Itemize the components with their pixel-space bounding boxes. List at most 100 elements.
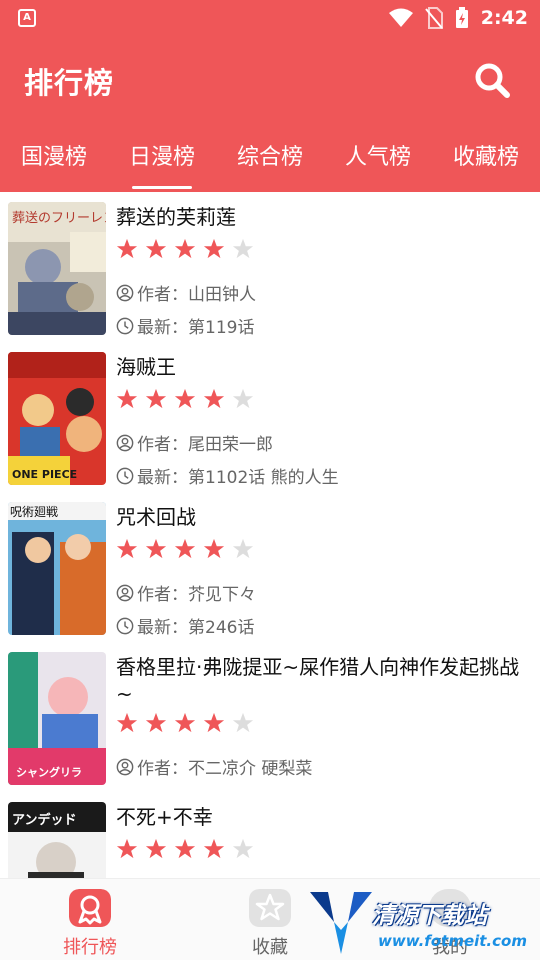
star-icon: [249, 889, 291, 927]
star-empty-icon: [232, 712, 254, 733]
watermark-url: www.fotmeit.com: [378, 932, 527, 950]
rating-stars: [116, 388, 254, 410]
star-filled-icon: [145, 238, 167, 259]
watermark-text: 清源下载站: [372, 903, 487, 929]
clock-icon: [116, 317, 134, 334]
star-filled-icon: [116, 838, 138, 859]
author-name: 山田钟人: [188, 285, 256, 305]
latest-label: 最新：: [137, 318, 188, 338]
tab-riman[interactable]: 日漫榜: [108, 124, 216, 192]
list-item[interactable]: アンデッド 不死+不幸: [0, 792, 540, 878]
comic-title: 葬送的芙莉莲: [116, 205, 236, 229]
cover-text: 葬送のフリーレン: [12, 211, 106, 226]
comic-title: 海贼王: [116, 355, 176, 379]
rating-stars: [116, 838, 254, 860]
author-row: 作者： 不二凉介 硬梨菜: [116, 754, 312, 779]
list-item[interactable]: シャングリラ 香格里拉·弗陇提亚~屎作猎人向神作发起挑战~ 作者： 不二凉介 硬梨…: [0, 642, 540, 802]
list-item[interactable]: 葬送のフリーレン 葬送的芙莉莲 作者： 山田钟人 最新： 第119话: [0, 192, 540, 342]
cover-text: 呪術廻戦: [10, 505, 58, 519]
latest-chapter: 第246话: [188, 618, 255, 638]
star-filled-icon: [203, 838, 225, 859]
star-filled-icon: [174, 538, 196, 559]
clock-icon: [116, 617, 134, 634]
comic-title: 咒术回战: [116, 505, 196, 529]
star-filled-icon: [116, 538, 138, 559]
ranking-icon: [69, 889, 111, 927]
star-filled-icon: [203, 712, 225, 733]
star-empty-icon: [232, 838, 254, 859]
star-filled-icon: [174, 712, 196, 733]
latest-row: 最新： 第119话: [116, 313, 254, 338]
star-filled-icon: [174, 388, 196, 409]
category-tabs: 国漫榜 日漫榜 综合榜 人气榜 收藏榜: [0, 124, 540, 192]
author-label: 作者：: [137, 285, 188, 305]
tab-guoman[interactable]: 国漫榜: [0, 124, 108, 192]
author-name: 不二凉介 硬梨菜: [188, 759, 313, 779]
watermark: 清源下载站 www.fotmeit.com: [308, 884, 534, 956]
star-empty-icon: [232, 238, 254, 259]
cover-text: ONE PIECE: [12, 468, 77, 481]
author-label: 作者：: [137, 435, 188, 455]
cover-image: 呪術廻戦: [8, 502, 106, 635]
person-icon: [116, 284, 134, 301]
latest-row: 最新： 第1102话 熊的人生: [116, 463, 339, 488]
cover-text: シャングリラ: [16, 765, 82, 779]
latest-label: 最新：: [137, 468, 188, 488]
wifi-icon: [388, 8, 413, 27]
comic-title: 不死+不幸: [116, 805, 213, 829]
star-filled-icon: [174, 238, 196, 259]
list-item[interactable]: 呪術廻戦 咒术回战 作者： 芥见下々 最新： 第246话: [0, 492, 540, 642]
page-title: 排行榜: [24, 66, 115, 100]
star-filled-icon: [145, 838, 167, 859]
author-name: 尾田荣一郎: [188, 435, 273, 455]
rating-stars: [116, 538, 254, 560]
star-empty-icon: [232, 538, 254, 559]
star-filled-icon: [203, 238, 225, 259]
star-filled-icon: [145, 538, 167, 559]
latest-chapter: 第1102话 熊的人生: [188, 468, 339, 488]
list-item[interactable]: ONE PIECE 海贼王 作者： 尾田荣一郎 最新： 第1102话 熊的人生: [0, 342, 540, 492]
star-filled-icon: [116, 238, 138, 259]
watermark-logo-icon: [310, 892, 372, 954]
clock: 2:42: [480, 7, 528, 29]
clock-icon: [116, 467, 134, 484]
battery-charging-icon: [455, 7, 468, 28]
search-button[interactable]: [470, 58, 514, 102]
rating-stars: [116, 712, 254, 734]
cover-image: 葬送のフリーレン: [8, 202, 106, 335]
star-filled-icon: [116, 388, 138, 409]
nav-ranking[interactable]: 排行榜: [0, 879, 180, 960]
author-name: 芥见下々: [188, 585, 256, 605]
cover-image: アンデッド: [8, 802, 106, 878]
star-filled-icon: [203, 388, 225, 409]
app-bar: 排行榜: [0, 36, 540, 124]
comic-title: 香格里拉·弗陇提亚~屎作猎人向神作发起挑战~: [116, 655, 520, 706]
person-icon: [116, 584, 134, 601]
no-sim-icon: [424, 7, 443, 29]
star-empty-icon: [232, 388, 254, 409]
system-icons: 2:42: [388, 6, 528, 30]
star-filled-icon: [145, 712, 167, 733]
cover-image: シャングリラ: [8, 652, 106, 785]
star-filled-icon: [116, 712, 138, 733]
search-icon: [475, 63, 510, 98]
tab-renqi[interactable]: 人气榜: [324, 124, 432, 192]
ranking-list: 葬送のフリーレン 葬送的芙莉莲 作者： 山田钟人 最新： 第119话 ONE P…: [0, 192, 540, 878]
latest-chapter: 第119话: [188, 318, 255, 338]
author-label: 作者：: [137, 585, 188, 605]
person-icon: [116, 758, 134, 775]
author-row: 作者： 芥见下々: [116, 580, 256, 605]
latest-row: 最新： 第246话: [116, 613, 254, 638]
status-bar: A 2:42: [0, 0, 540, 36]
tab-shoucang[interactable]: 收藏榜: [432, 124, 540, 192]
latest-label: 最新：: [137, 618, 188, 638]
author-label: 作者：: [137, 759, 188, 779]
nav-label: 排行榜: [63, 937, 117, 958]
person-icon: [116, 434, 134, 451]
author-row: 作者： 山田钟人: [116, 280, 256, 305]
star-filled-icon: [145, 388, 167, 409]
star-filled-icon: [203, 538, 225, 559]
tab-zonghe[interactable]: 综合榜: [216, 124, 324, 192]
author-row: 作者： 尾田荣一郎: [116, 430, 273, 455]
app-notification-icon: A: [18, 9, 36, 27]
